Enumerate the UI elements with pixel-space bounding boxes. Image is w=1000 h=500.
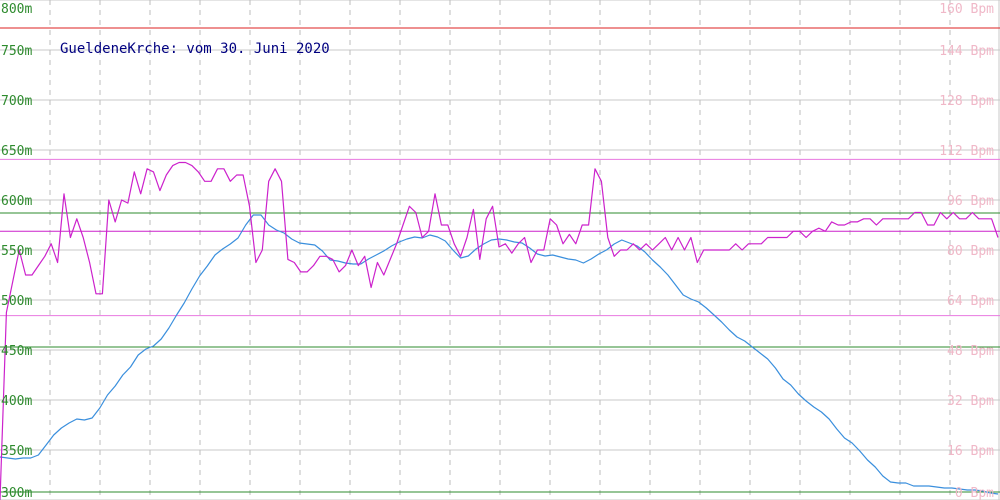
- y-left-tick-label: 800m: [1, 2, 32, 17]
- y-right-tick-label: 96 Bpm: [947, 194, 994, 209]
- y-left-tick-label: 500m: [1, 294, 32, 309]
- y-right-tick-label: 128 Bpm: [939, 94, 994, 109]
- y-left-tick-label: 350m: [1, 444, 32, 459]
- y-right-tick-label: 16 Bpm: [947, 444, 994, 459]
- chart-root: 300m 350m 400m 450m 500m 550m 600m 650m 700m 750m…: [0, 0, 1000, 500]
- y-left-tick-label: 750m: [1, 44, 32, 59]
- elevation-heartrate-chart: 300m 350m 400m 450m 500m 550m 600m 650m 700m 750m…: [0, 0, 1000, 500]
- y-left-tick-label: 600m: [1, 194, 32, 209]
- y-right-tick-label: 160 Bpm: [939, 2, 994, 17]
- y-right-tick-label: 32 Bpm: [947, 394, 994, 409]
- y-right-tick-label: 0 Bpm: [955, 486, 994, 500]
- y-left-tick-label: 700m: [1, 94, 32, 109]
- grid-layer: [0, 0, 1000, 500]
- y-left-tick-label: 400m: [1, 394, 32, 409]
- y-right-tick-label: 144 Bpm: [939, 44, 994, 59]
- y-left-tick-label: 300m: [1, 486, 32, 500]
- y-left-tick-label: 450m: [1, 344, 32, 359]
- y-left-tick-label: 550m: [1, 244, 32, 259]
- y-right-tick-label: 48 Bpm: [947, 344, 994, 359]
- y-right-tick-label: 80 Bpm: [947, 244, 994, 259]
- y-left-tick-label: 650m: [1, 144, 32, 159]
- y-right-tick-label: 112 Bpm: [939, 144, 994, 159]
- chart-title: GueldeneKrche: vom 30. Juni 2020: [60, 41, 330, 57]
- y-right-tick-label: 64 Bpm: [947, 294, 994, 309]
